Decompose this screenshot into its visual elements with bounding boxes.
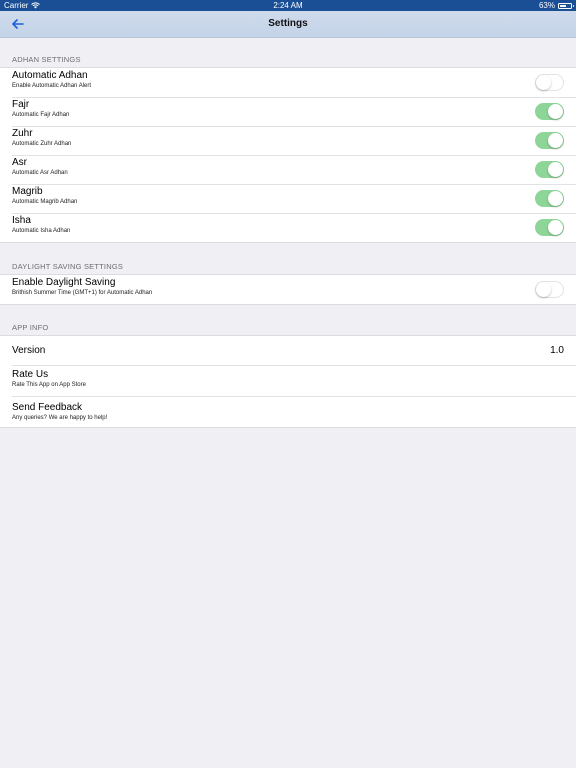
setting-subtitle: Brithish Summer Time (GMT+1) for Automat… [12, 290, 153, 296]
setting-row-asr: Asr Automatic Asr Adhan [0, 155, 576, 184]
battery-fill [560, 4, 567, 7]
setting-subtitle: Automatic Magrib Adhan [12, 199, 78, 205]
setting-row-isha: Isha Automatic Isha Adhan [0, 213, 576, 242]
section-header-app-info: APP INFO [12, 323, 49, 332]
back-arrow-icon [12, 19, 24, 29]
isha-toggle[interactable] [535, 219, 564, 236]
setting-title: Fajr [12, 99, 30, 110]
version-label: Version [12, 345, 46, 356]
back-button[interactable] [8, 14, 28, 34]
toggle-knob [536, 282, 551, 297]
rate-us-row[interactable]: Rate Us Rate This App on App Store [0, 365, 576, 396]
page-title: Settings [268, 18, 308, 29]
status-bar: Carrier 2:24 AM 63% [0, 0, 576, 11]
setting-title: Zuhr [12, 128, 33, 139]
send-feedback-row[interactable]: Send Feedback Any queries? We are happy … [0, 396, 576, 427]
status-time: 2:24 AM [273, 1, 303, 10]
navigation-bar: Settings [0, 11, 576, 38]
setting-subtitle: Automatic Isha Adhan [12, 228, 71, 234]
setting-subtitle: Automatic Zuhr Adhan [12, 141, 72, 147]
rate-us-subtitle: Rate This App on App Store [12, 382, 86, 388]
daylight-saving-toggle[interactable] [535, 281, 564, 298]
setting-row-daylight-saving: Enable Daylight Saving Brithish Summer T… [0, 275, 576, 304]
setting-subtitle: Automatic Asr Adhan [12, 170, 68, 176]
battery-percent: 63% [538, 1, 555, 10]
setting-subtitle: Automatic Fajr Adhan [12, 112, 70, 118]
fajr-toggle[interactable] [535, 103, 564, 120]
automatic-adhan-toggle[interactable] [535, 74, 564, 91]
toggle-knob [548, 162, 563, 177]
magrib-toggle[interactable] [535, 190, 564, 207]
app-info-group: Version 1.0 Rate Us Rate This App on App… [0, 335, 576, 428]
send-feedback-label: Send Feedback [12, 402, 83, 413]
setting-title: Automatic Adhan [12, 70, 88, 81]
setting-subtitle: Enable Automatic Adhan Alert [12, 83, 92, 89]
toggle-knob [548, 191, 563, 206]
version-value: 1.0 [550, 345, 564, 356]
battery-indicator: 63% [538, 0, 574, 11]
setting-title: Isha [12, 215, 31, 226]
toggle-knob [548, 104, 563, 119]
setting-row-magrib: Magrib Automatic Magrib Adhan [0, 184, 576, 213]
adhan-settings-group: Automatic Adhan Enable Automatic Adhan A… [0, 67, 576, 243]
version-row: Version 1.0 [0, 336, 576, 365]
setting-row-zuhr: Zuhr Automatic Zuhr Adhan [0, 126, 576, 155]
toggle-knob [548, 220, 563, 235]
section-header-adhan: ADHAN SETTINGS [12, 55, 81, 64]
setting-title: Enable Daylight Saving [12, 277, 116, 288]
setting-row-automatic-adhan: Automatic Adhan Enable Automatic Adhan A… [0, 68, 576, 97]
section-header-daylight: DAYLIGHT SAVING SETTINGS [12, 262, 124, 271]
setting-title: Asr [12, 157, 27, 168]
setting-row-fajr: Fajr Automatic Fajr Adhan [0, 97, 576, 126]
setting-title: Magrib [12, 186, 43, 197]
send-feedback-subtitle: Any queries? We are happy to help! [12, 415, 108, 421]
toggle-knob [536, 75, 551, 90]
asr-toggle[interactable] [535, 161, 564, 178]
zuhr-toggle[interactable] [535, 132, 564, 149]
daylight-settings-group: Enable Daylight Saving Brithish Summer T… [0, 274, 576, 305]
battery-icon [558, 2, 574, 9]
rate-us-label: Rate Us [12, 369, 49, 380]
toggle-knob [548, 133, 563, 148]
